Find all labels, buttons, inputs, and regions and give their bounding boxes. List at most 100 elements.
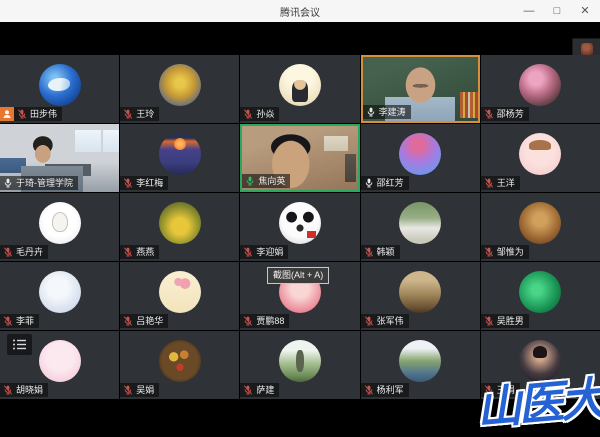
participant-label: 王玲 [120,107,159,121]
participant-label: 邹惟为 [481,245,529,259]
mic-icon [364,385,374,395]
participant-name: 王洋 [497,176,515,190]
participant-tile[interactable]: 李菲 [0,262,119,330]
mic-icon [484,247,494,257]
participant-name: 邵杨芳 [497,107,524,121]
name-bar: 焦向英 [242,174,290,188]
participant-label: 张军伟 [361,314,409,328]
name-bar: 邹惟为 [481,245,529,259]
participant-label: 胡晓娟 [0,383,48,397]
participant-name: 王玲 [136,107,154,121]
participant-tile[interactable]: 吕艳华 [120,262,239,330]
participant-tile[interactable]: 燕燕 [120,193,239,261]
mic-icon [484,109,494,119]
name-bar: 杨利军 [361,383,409,397]
participant-name: 萨建 [256,383,274,397]
name-bar: 韩颖 [361,245,400,259]
watermark: 山医大 [473,362,600,437]
participant-tile[interactable]: 韩颖 [361,193,480,261]
participant-tile[interactable]: 杨利军 [361,331,480,399]
participant-tile[interactable]: 吴胜男 [481,262,600,330]
participant-label: 李迎娟 [240,245,288,259]
participant-label: 王洋 [481,176,520,190]
mic-icon [484,178,494,188]
participant-name: 李迎娟 [256,245,283,259]
participant-avatar [159,133,201,175]
participant-avatar [159,202,201,244]
close-button[interactable]: ✕ [578,0,592,22]
mic-icon [245,176,255,186]
participant-label: 吴娟 [120,383,159,397]
member-list-button[interactable] [7,334,32,355]
participant-tile[interactable]: 邵杨芳 [481,55,600,123]
participant-tile[interactable]: 胡晓娟 [0,331,119,399]
mic-icon [243,385,253,395]
participant-tile[interactable]: 李迎娟 [240,193,359,261]
name-bar: 于琦-管理学院 [0,176,78,190]
mic-icon [123,247,133,257]
participant-tile[interactable]: 王玲 [120,55,239,123]
mic-icon [243,316,253,326]
name-bar: 李建涛 [363,105,411,119]
participant-avatar [39,64,81,106]
participant-tile[interactable]: 孙焱 [240,55,359,123]
participant-label: 杨利军 [361,383,409,397]
participant-tile[interactable]: 张军伟 [361,262,480,330]
participant-label: 李菲 [0,314,39,328]
participant-label: 焦向英 [242,174,290,188]
name-bar: 孙焱 [240,107,279,121]
participant-name: 吴娟 [136,383,154,397]
name-bar: 张军伟 [361,314,409,328]
mic-icon [243,247,253,257]
minimize-button[interactable]: — [522,0,536,22]
name-bar: 吴胜男 [481,314,529,328]
participant-tile[interactable]: 李红梅 [120,124,239,192]
participant-avatar [399,271,441,313]
meeting-stage: 田步伟 王玲 [0,22,600,432]
participant-tile[interactable]: 于琦-管理学院 [0,124,119,192]
participant-avatar [159,271,201,313]
participant-name: 田步伟 [30,107,57,121]
window-controls: — □ ✕ [522,0,592,22]
participant-tile[interactable]: 王洋 [481,124,600,192]
participant-avatar [159,340,201,382]
participant-tile[interactable]: 吴娟 [120,331,239,399]
mic-icon [123,178,133,188]
name-bar: 李迎娟 [240,245,288,259]
name-bar: 贾鹏88 [240,314,289,328]
mic-icon [366,107,376,117]
mic-icon [123,316,133,326]
participant-avatar [279,64,321,106]
participant-label: 韩颖 [361,245,400,259]
participant-avatar [159,64,201,106]
participant-name: 焦向英 [258,174,285,188]
participant-tile[interactable]: 李建涛 [361,55,480,123]
mic-icon [364,178,374,188]
participant-tile[interactable]: 焦向英 [240,124,359,192]
participant-name: 李菲 [16,314,34,328]
participant-name: 吕艳华 [136,314,163,328]
participant-name: 李红梅 [136,176,163,190]
participant-tile[interactable]: 邵红芳 [361,124,480,192]
window-titlebar: 腾讯会议 — □ ✕ [0,0,600,22]
participant-avatar [519,271,561,313]
name-bar: 吴娟 [120,383,159,397]
name-bar: 胡晓娟 [0,383,48,397]
mic-icon [243,109,253,119]
participant-avatar [519,133,561,175]
participant-tile[interactable]: 毛丹卉 [0,193,119,261]
participant-label: 萨建 [240,383,279,397]
participant-tile[interactable]: 田步伟 [0,55,119,123]
participant-label: 田步伟 [0,107,62,121]
participant-tile[interactable]: 邹惟为 [481,193,600,261]
participant-label: 于琦-管理学院 [0,176,78,190]
participant-name: 韩颖 [377,245,395,259]
participant-label: 贾鹏88 [240,314,289,328]
maximize-button[interactable]: □ [550,0,564,22]
mic-icon [364,247,374,257]
participant-label: 吴胜男 [481,314,529,328]
participant-tile[interactable]: 萨建 [240,331,359,399]
participant-label: 燕燕 [120,245,159,259]
mic-icon [3,316,13,326]
mic-icon [484,316,494,326]
